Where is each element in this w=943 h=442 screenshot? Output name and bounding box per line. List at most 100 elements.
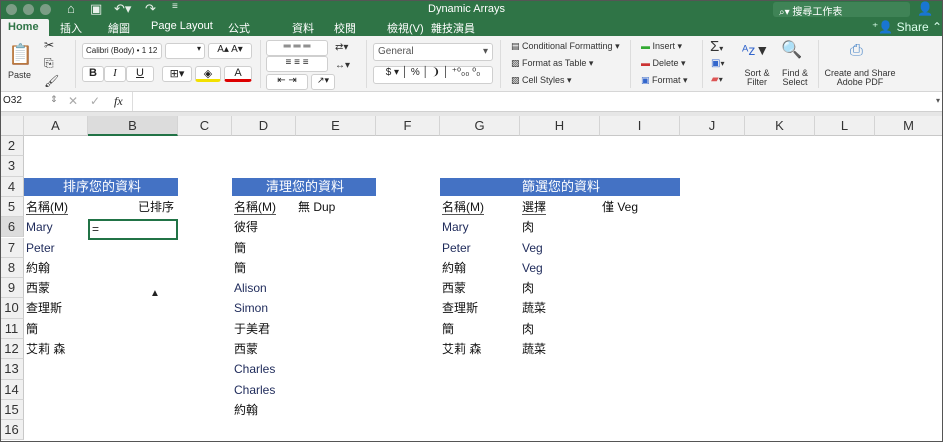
cell-G10[interactable]: 查理斯 [440, 298, 520, 318]
cell-A11[interactable]: 簡 [24, 319, 88, 339]
create-share-pdf-button[interactable]: Create and Share Adobe PDF [824, 69, 896, 87]
cell-B5[interactable]: 已排序 [88, 197, 178, 217]
insert-cells-button[interactable]: ▬ Insert ▾ [641, 41, 682, 52]
minimize-window-button[interactable] [23, 4, 34, 15]
cut-icon[interactable]: ✂ [44, 38, 54, 52]
row-header-10[interactable]: 10 [0, 298, 24, 318]
expand-formula-bar-icon[interactable]: ▾ [936, 96, 940, 105]
row-header-13[interactable]: 13 [0, 359, 24, 379]
cell-H5[interactable]: 選擇 [520, 197, 600, 217]
cell-D7[interactable]: 簡 [232, 238, 296, 258]
cell-D9[interactable]: Alison [232, 278, 296, 298]
cell-D5[interactable]: 名稱(M) [232, 197, 296, 217]
sort-filter-icon[interactable]: ᴬz▼ [742, 42, 769, 58]
format-cells-button[interactable]: ▣ Format ▾ [641, 75, 688, 86]
close-window-button[interactable] [6, 4, 17, 15]
row-header-7[interactable]: 7 [0, 238, 24, 258]
cell-A10[interactable]: 查理斯 [24, 298, 88, 318]
column-header-B[interactable]: B [88, 116, 178, 136]
row-header-5[interactable]: 5 [0, 197, 24, 217]
underline-button[interactable]: U [126, 66, 154, 82]
cell-G12[interactable]: 艾莉 森 [440, 339, 520, 359]
customize-toolbar-icon[interactable]: ≡ [172, 1, 178, 12]
column-header-K[interactable]: K [745, 116, 815, 136]
home-icon[interactable]: ⌂ [67, 1, 75, 16]
adobe-pdf-icon[interactable]: ⎙ [850, 42, 863, 60]
column-header-F[interactable]: F [376, 116, 440, 136]
horizontal-align-buttons[interactable]: ≡ ≡ ≡ [266, 56, 328, 72]
cell-H11[interactable]: 肉 [520, 319, 600, 339]
cell-G11[interactable]: 簡 [440, 319, 520, 339]
fill-color-button[interactable]: ◈ [195, 66, 221, 82]
sort-filter-button[interactable]: Sort & Filter [738, 69, 776, 87]
row-header-12[interactable]: 12 [0, 339, 24, 359]
font-color-button[interactable]: A [224, 66, 252, 82]
cell-H10[interactable]: 蔬菜 [520, 298, 600, 318]
vertical-align-buttons[interactable]: ═ ═ ═ [266, 40, 328, 56]
find-select-button[interactable]: Find & Select [776, 69, 814, 87]
conditional-formatting-button[interactable]: ▤ Conditional Formatting ▾ [511, 41, 620, 52]
column-header-A[interactable]: A [24, 116, 88, 136]
cell-D12[interactable]: 西蒙 [232, 339, 296, 359]
row-header-4[interactable]: 4 [0, 177, 24, 197]
clear-icon[interactable]: ▰▾ [711, 74, 723, 85]
cell-H8[interactable]: Veg [520, 258, 600, 278]
copy-icon[interactable]: ⎘ [44, 56, 54, 71]
user-icon[interactable]: 👤 [917, 1, 933, 17]
paste-icon[interactable]: 📋 [8, 42, 33, 67]
font-size-select[interactable]: ▾ [165, 43, 205, 59]
find-select-icon[interactable]: 🔍 [781, 40, 802, 60]
paste-button[interactable]: Paste [8, 70, 31, 80]
bold-button[interactable]: B [82, 66, 104, 82]
row-header-9[interactable]: 9 [0, 278, 24, 298]
tab-2[interactable]: 繪圖 [108, 20, 130, 36]
tab-4[interactable]: 公式 [228, 20, 250, 36]
cell-H7[interactable]: Veg [520, 238, 600, 258]
share-button[interactable]: ⁺👤 Share ⌃ [872, 20, 942, 34]
tab-8[interactable]: 雜技演員 [431, 20, 475, 36]
column-header-M[interactable]: M [875, 116, 943, 136]
cell-H9[interactable]: 肉 [520, 278, 600, 298]
number-format-buttons[interactable]: $ ▾ │ % │ ❩ │ ⁺⁰₀₀ ⁰₀ [373, 66, 493, 84]
format-painter-icon[interactable]: 🖌 [44, 74, 59, 88]
cell-D14[interactable]: Charles [232, 380, 296, 400]
cell-D6[interactable]: 彼得 [232, 217, 296, 237]
formula-input[interactable] [132, 92, 932, 111]
cell-H12[interactable]: 蔬菜 [520, 339, 600, 359]
window-controls[interactable] [6, 4, 51, 15]
fill-icon[interactable]: ▣▾ [711, 58, 724, 69]
row-header-6[interactable]: 6 [0, 217, 24, 237]
name-box-stepper[interactable]: ⇕ [50, 94, 58, 105]
cell-A5[interactable]: 名稱(M) [24, 197, 88, 217]
row-header-16[interactable]: 16 [0, 420, 24, 440]
cell-G6[interactable]: Mary [440, 217, 520, 237]
save-icon[interactable]: ▣ [90, 1, 102, 17]
name-box[interactable]: O32 [3, 95, 22, 106]
wrap-text-icon[interactable]: ⇄▾ [335, 42, 348, 53]
tab-5[interactable]: 資料 [292, 20, 314, 36]
cell-A7[interactable]: Peter [24, 238, 88, 258]
borders-button[interactable]: ⊞▾ [162, 66, 192, 82]
cell-A9[interactable]: 西蒙 [24, 278, 88, 298]
format-as-table-button[interactable]: ▨ Format as Table ▾ [511, 58, 593, 69]
maximize-window-button[interactable] [40, 4, 51, 15]
row-header-2[interactable]: 2 [0, 136, 24, 156]
cell-G9[interactable]: 西蒙 [440, 278, 520, 298]
cancel-icon[interactable]: ✕ [68, 94, 78, 108]
search-sheet-input[interactable]: ⌕▾ 搜尋工作表 [773, 2, 910, 17]
tab-1[interactable]: 插入 [60, 20, 82, 36]
column-header-C[interactable]: C [178, 116, 232, 136]
redo-icon[interactable]: ↷ [145, 1, 156, 17]
enter-icon[interactable]: ✓ [90, 94, 100, 108]
cell-A6[interactable]: Mary [24, 217, 88, 237]
cell-G4[interactable]: 篩選您的資料 [440, 178, 680, 196]
cell-D13[interactable]: Charles [232, 359, 296, 379]
cell-H6[interactable]: 肉 [520, 217, 600, 237]
row-header-11[interactable]: 11 [0, 319, 24, 339]
tab-3[interactable]: Page Layout [151, 20, 213, 36]
column-header-D[interactable]: D [232, 116, 296, 136]
column-header-J[interactable]: J [680, 116, 745, 136]
active-cell-b6[interactable]: = [88, 219, 178, 240]
font-name-select[interactable]: Calibri (Body) • 1 12 [82, 43, 162, 59]
cell-D4[interactable]: 清理您的資料 [232, 178, 376, 196]
